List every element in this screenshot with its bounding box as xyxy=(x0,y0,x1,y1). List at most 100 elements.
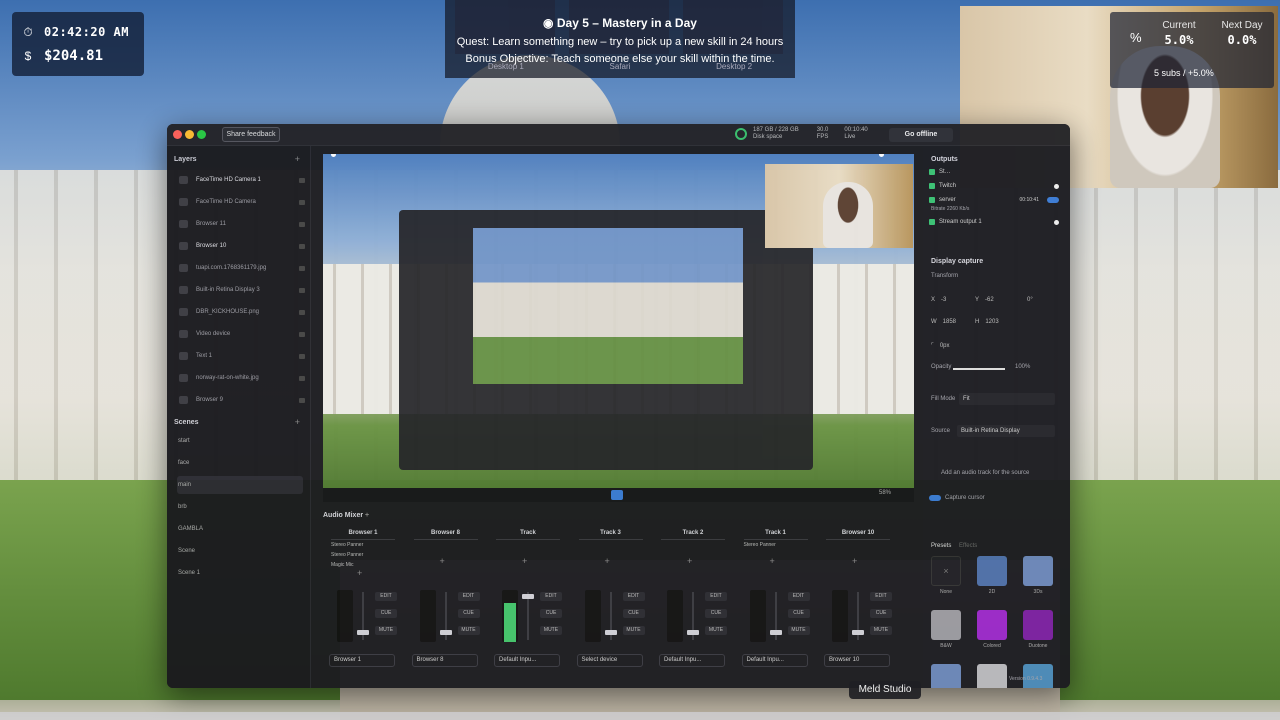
resize-handle[interactable] xyxy=(331,154,336,157)
mute-button[interactable]: MUTE xyxy=(787,626,810,635)
zoom-window-button[interactable] xyxy=(197,130,206,139)
opacity-slider[interactable] xyxy=(953,368,1005,370)
cue-button[interactable]: CUE xyxy=(457,609,480,618)
h-field[interactable]: H 1203 xyxy=(975,316,999,327)
cue-button[interactable]: CUE xyxy=(540,609,562,618)
dock[interactable] xyxy=(0,712,1280,720)
add-filter-button[interactable]: + xyxy=(687,556,692,566)
visibility-icon[interactable] xyxy=(299,177,305,183)
preview-center-icon[interactable] xyxy=(611,490,623,500)
visibility-icon[interactable] xyxy=(299,353,305,359)
layer-item[interactable]: FaceTime HD Camera xyxy=(175,192,305,212)
volume-rail[interactable] xyxy=(527,592,529,640)
minimize-window-button[interactable] xyxy=(185,130,194,139)
edit-button[interactable]: EDIT xyxy=(622,592,645,601)
mute-button[interactable]: MUTE xyxy=(540,626,562,635)
output-toggle[interactable] xyxy=(1047,197,1059,203)
layer-item[interactable]: Built-in Retina Display 3 xyxy=(175,280,305,300)
preset-thumbnail[interactable] xyxy=(931,610,961,640)
visibility-icon[interactable] xyxy=(299,243,305,249)
preset-thumbnail[interactable] xyxy=(977,664,1007,688)
output-checkbox[interactable] xyxy=(929,183,935,189)
source-select[interactable]: Default Inpu... xyxy=(741,654,808,667)
mute-button[interactable]: MUTE xyxy=(457,626,480,635)
channel-name[interactable]: Track 2 xyxy=(657,530,729,536)
add-filter-button[interactable]: + xyxy=(770,556,775,566)
layer-item[interactable]: Video device xyxy=(175,324,305,344)
channel-name[interactable]: Browser 10 xyxy=(822,530,894,536)
visibility-icon[interactable] xyxy=(299,397,305,403)
channel-name[interactable]: Track 1 xyxy=(740,530,812,536)
preset-thumbnail[interactable] xyxy=(977,610,1007,640)
share-feedback-button[interactable]: Share feedback xyxy=(222,127,280,142)
add-filter-button[interactable]: + xyxy=(605,556,610,566)
filter-item[interactable]: Stereo Panner xyxy=(744,542,776,548)
channel-name[interactable]: Track 3 xyxy=(575,530,647,536)
output-row[interactable]: St… xyxy=(929,166,1059,178)
preset-thumbnail[interactable] xyxy=(1023,556,1053,586)
output-row-stream[interactable]: Stream output 1 xyxy=(929,216,1059,228)
scene-item[interactable]: brb xyxy=(177,498,303,516)
add-filter-button[interactable]: + xyxy=(357,568,362,578)
scene-item[interactable]: main xyxy=(177,476,303,494)
source-select[interactable]: Browser 10 xyxy=(824,654,890,667)
channel-name[interactable]: Browser 8 xyxy=(410,530,482,536)
scene-item[interactable]: face xyxy=(177,454,303,472)
layer-item[interactable]: tuapi.com.1768361179.jpg xyxy=(175,258,305,278)
output-checkbox[interactable] xyxy=(929,219,935,225)
mute-button[interactable]: MUTE xyxy=(870,626,892,635)
preset-thumbnail[interactable] xyxy=(1023,610,1053,640)
capture-cursor-toggle[interactable] xyxy=(929,495,941,501)
tab-effects[interactable]: Effects xyxy=(959,543,977,549)
edit-button[interactable]: EDIT xyxy=(375,592,397,601)
volume-fader-knob[interactable] xyxy=(687,630,699,635)
edit-button[interactable]: EDIT xyxy=(457,592,480,601)
layer-item[interactable]: FaceTime HD Camera 1 xyxy=(175,170,305,190)
filter-item[interactable]: Stereo Panner xyxy=(331,552,363,558)
close-window-button[interactable] xyxy=(173,130,182,139)
layer-item[interactable]: Browser 11 xyxy=(175,214,305,234)
zoom-level[interactable]: 58% xyxy=(879,490,891,496)
preset-thumbnail[interactable] xyxy=(931,664,961,688)
resize-handle[interactable] xyxy=(879,154,884,157)
cue-button[interactable]: CUE xyxy=(870,609,892,618)
output-checkbox[interactable] xyxy=(929,197,935,203)
source-select[interactable]: Browser 8 xyxy=(411,654,478,667)
visibility-icon[interactable] xyxy=(299,375,305,381)
channel-name[interactable]: Track xyxy=(492,530,564,536)
visibility-icon[interactable] xyxy=(299,221,305,227)
mute-button[interactable]: MUTE xyxy=(622,626,645,635)
source-select[interactable]: Built-in Retina Display xyxy=(957,425,1055,437)
volume-fader-knob[interactable] xyxy=(769,630,782,635)
scene-item[interactable]: Scene 1 xyxy=(177,564,303,582)
source-select[interactable]: Select device xyxy=(576,654,643,667)
volume-fader-knob[interactable] xyxy=(852,630,864,635)
edit-button[interactable]: EDIT xyxy=(705,592,727,601)
w-field[interactable]: W 1858 xyxy=(931,316,956,327)
visibility-icon[interactable] xyxy=(299,309,305,315)
visibility-icon[interactable] xyxy=(299,265,305,271)
layer-item[interactable]: norway-rat-on-white.jpg xyxy=(175,368,305,388)
output-row-twitch[interactable]: Twitch xyxy=(929,180,1059,192)
volume-fader-knob[interactable] xyxy=(604,630,617,635)
add-filter-button[interactable]: + xyxy=(852,556,857,566)
add-filter-button[interactable]: + xyxy=(440,556,445,566)
output-checkbox[interactable] xyxy=(929,169,935,175)
corner-radius-field[interactable]: ⌜ 0px xyxy=(931,340,950,351)
mute-button[interactable]: MUTE xyxy=(705,626,727,635)
fill-mode-select[interactable]: Fit xyxy=(959,393,1055,405)
output-row-server[interactable]: server 00:10:41 xyxy=(929,194,1059,206)
filter-item[interactable]: Magic Mic xyxy=(331,562,354,568)
audio-track-label[interactable]: Add an audio track for the source xyxy=(941,470,1029,476)
source-select[interactable]: Browser 1 xyxy=(329,654,395,667)
mute-button[interactable]: MUTE xyxy=(375,626,397,635)
scene-item[interactable]: GAMBLA xyxy=(177,520,303,538)
layer-item[interactable]: Text 1 xyxy=(175,346,305,366)
visibility-icon[interactable] xyxy=(299,199,305,205)
volume-fader-knob[interactable] xyxy=(439,630,452,635)
cue-button[interactable]: CUE xyxy=(375,609,397,618)
preset-thumbnail[interactable]: × xyxy=(931,556,961,586)
rotation-field[interactable]: 0° xyxy=(1027,294,1033,305)
volume-fader-knob[interactable] xyxy=(522,594,534,599)
tab-presets[interactable]: Presets xyxy=(931,543,951,549)
